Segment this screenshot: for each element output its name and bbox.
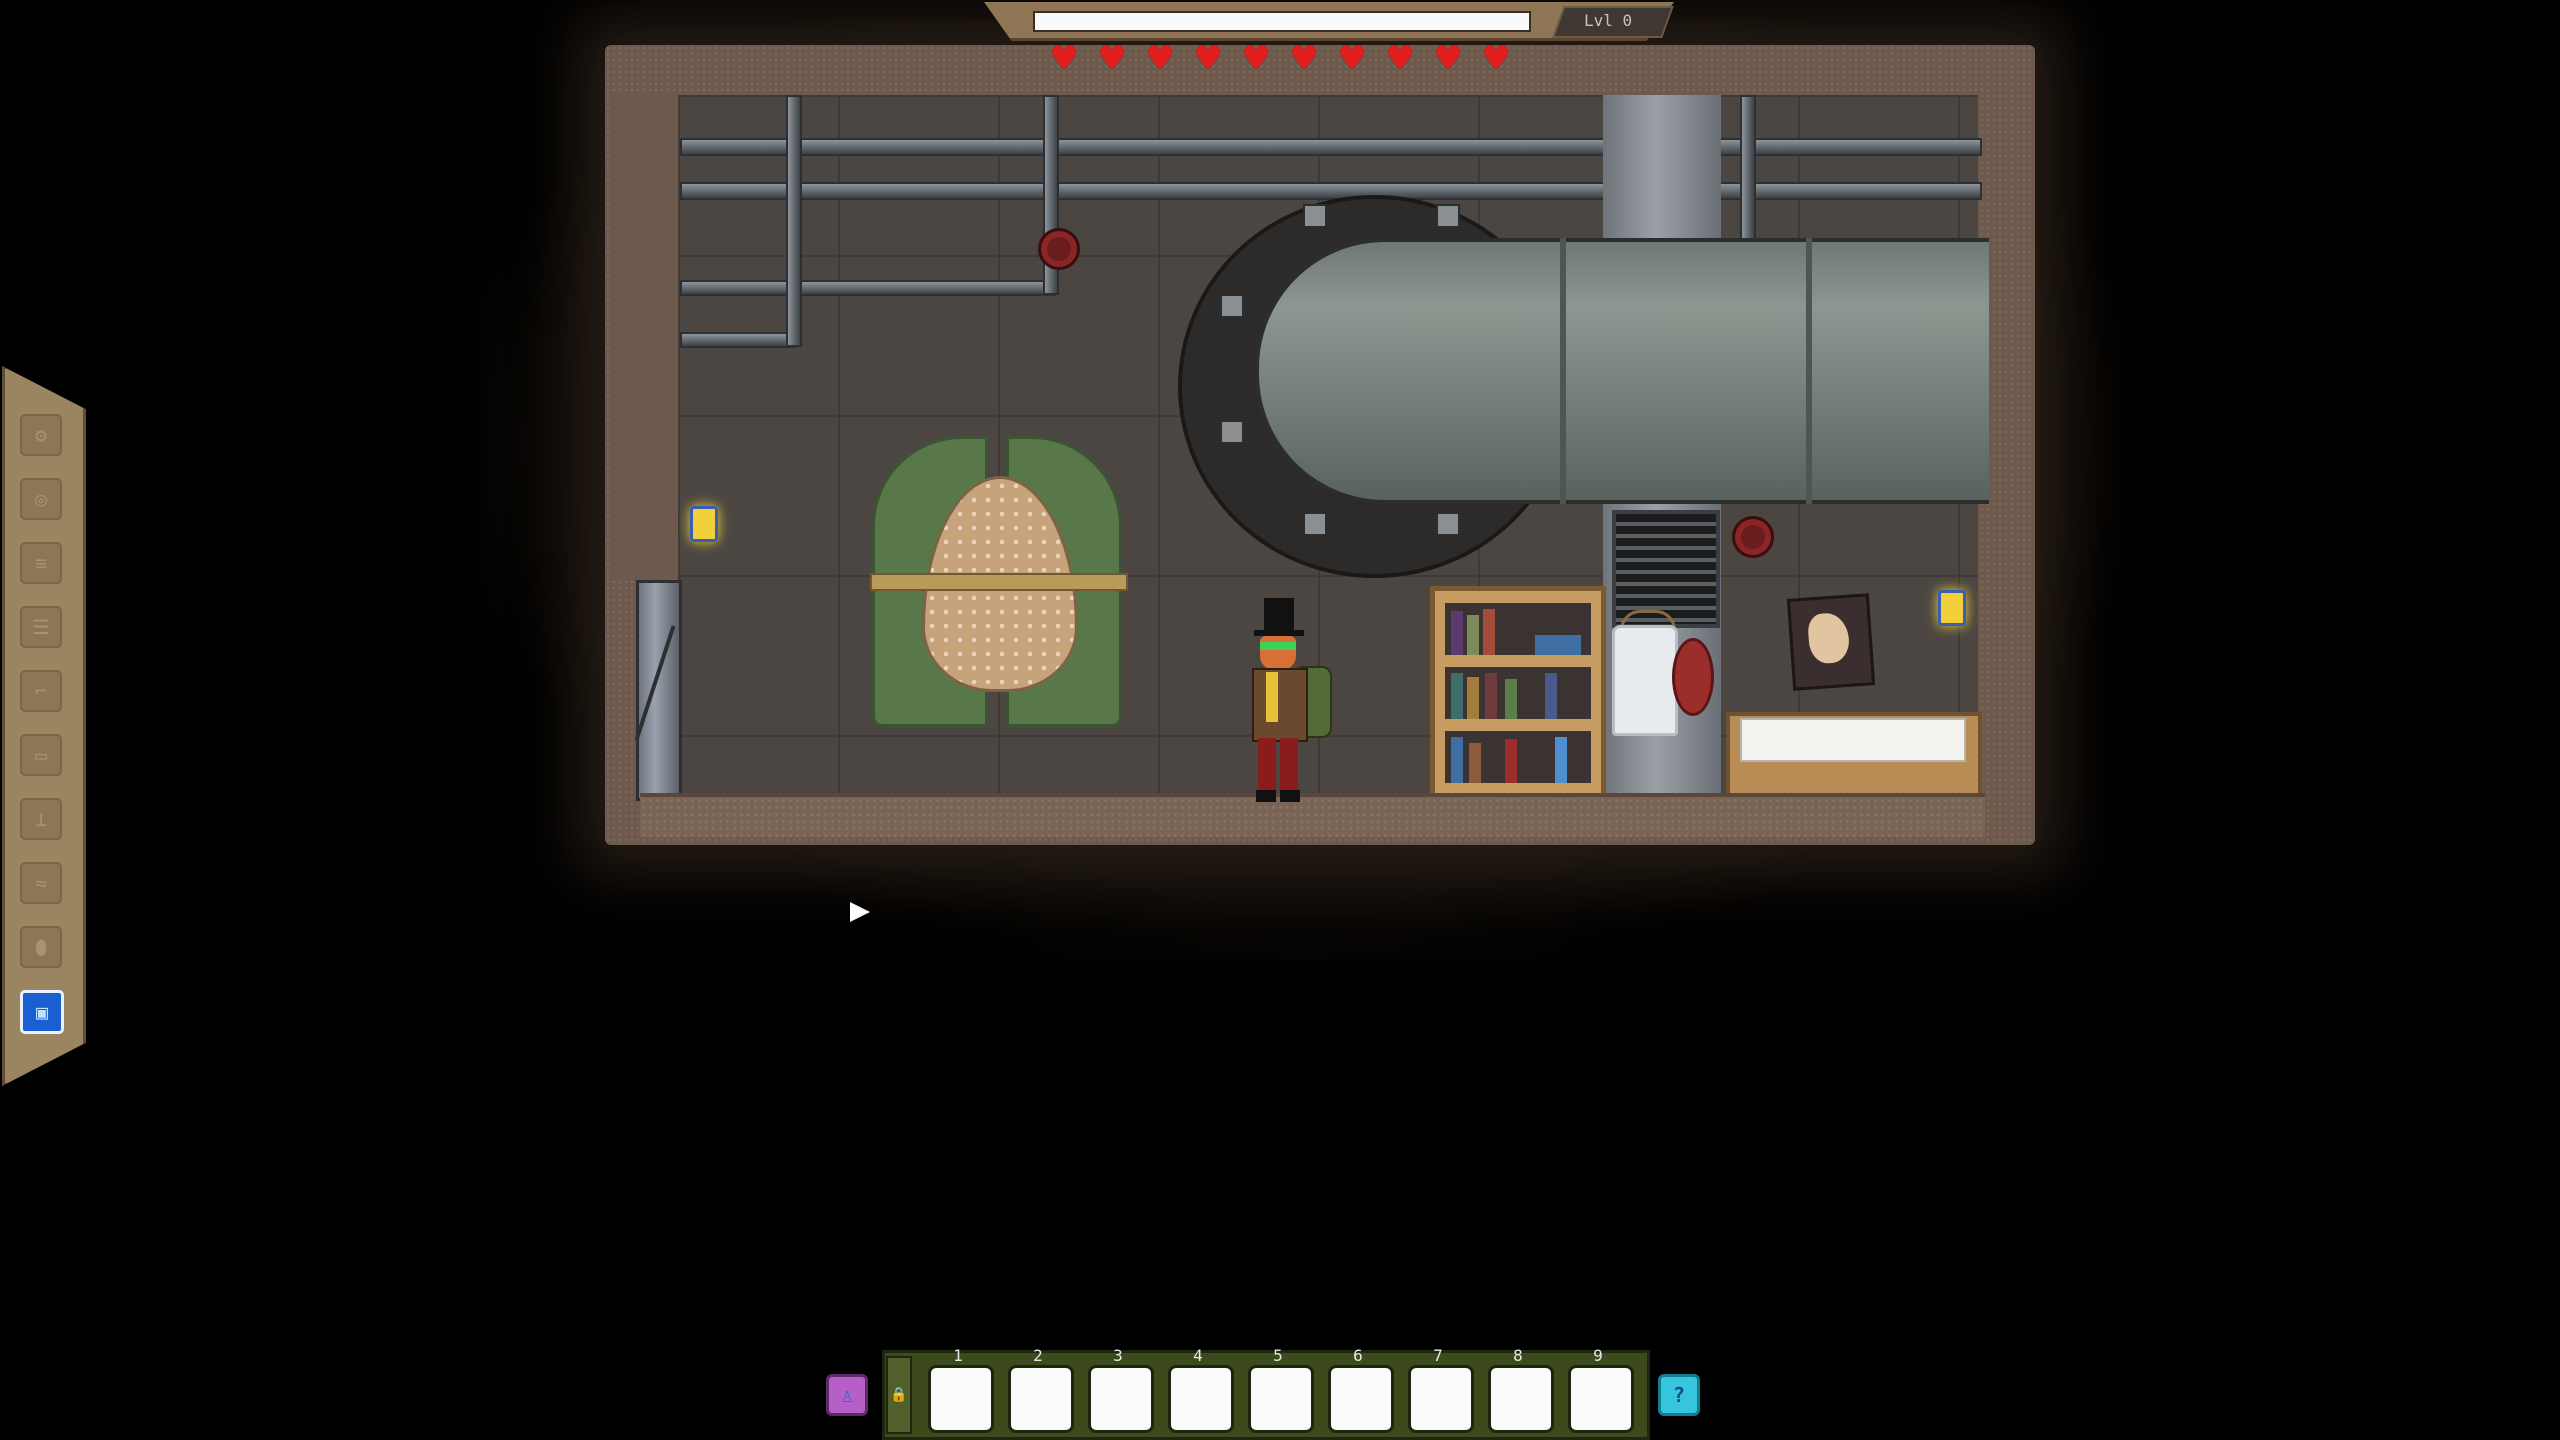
blueprint-icon[interactable]: ▣ xyxy=(20,990,64,1034)
wall-vent xyxy=(1612,510,1720,628)
hotbar-slot-number: 5 xyxy=(1273,1346,1283,1365)
heart-icon: ♥ xyxy=(1387,36,1413,82)
hotbar-slot-8[interactable] xyxy=(1488,1365,1554,1433)
red-valve-left[interactable] xyxy=(1038,228,1080,270)
lab-coat[interactable] xyxy=(1612,625,1678,736)
porthole-bolt xyxy=(1436,512,1460,536)
large-tank xyxy=(1255,238,1989,504)
build-icon[interactable]: ≡ xyxy=(20,542,62,584)
hotbar-slot-number: 2 xyxy=(1033,1346,1043,1365)
heart-icon: ♥ xyxy=(1243,36,1269,82)
book xyxy=(1535,635,1581,655)
hotbar-slot-6[interactable] xyxy=(1328,1365,1394,1433)
wire-icon[interactable]: ≈ xyxy=(20,862,62,904)
player-character xyxy=(1248,598,1332,802)
engine-icon[interactable]: ▭ xyxy=(20,734,62,776)
hotbar-slot-number: 7 xyxy=(1433,1346,1443,1365)
wall-painting[interactable] xyxy=(1786,593,1876,691)
goggles xyxy=(1260,642,1296,650)
wall-lamp-right xyxy=(1938,590,1966,626)
heart-icon: ♥ xyxy=(1291,36,1317,82)
porthole-bolt xyxy=(1303,512,1327,536)
curtain-window[interactable] xyxy=(870,436,1128,727)
heart-icon: ♥ xyxy=(1435,36,1461,82)
bookshelf[interactable] xyxy=(1430,586,1606,806)
mouse-cursor xyxy=(850,902,870,922)
tank-seam xyxy=(1560,238,1566,504)
book xyxy=(1505,679,1517,719)
hotbar-slot-number: 4 xyxy=(1193,1346,1203,1365)
bed-sheet xyxy=(1740,718,1966,762)
gear-icon[interactable]: ◎ xyxy=(20,478,62,520)
ceiling-pipe-lower xyxy=(680,182,1982,200)
player-legs xyxy=(1258,738,1298,794)
book xyxy=(1451,611,1463,655)
hotbar-slot-5[interactable] xyxy=(1248,1365,1314,1433)
top-hat xyxy=(1264,598,1294,632)
hotbar-slot-1[interactable] xyxy=(928,1365,994,1433)
craft-icon[interactable]: ⚙ xyxy=(20,414,62,456)
book xyxy=(1451,737,1463,783)
tool-panel xyxy=(2,366,86,1086)
book xyxy=(1451,673,1463,719)
hotbar-slot-number: 6 xyxy=(1353,1346,1363,1365)
shelf-row xyxy=(1445,603,1591,655)
wall-pipe-a xyxy=(680,280,1056,296)
help-button[interactable]: ? xyxy=(1658,1374,1700,1416)
book xyxy=(1467,677,1479,719)
book xyxy=(1467,615,1479,655)
shelf-row xyxy=(1445,667,1591,719)
game-world[interactable] xyxy=(0,0,2560,1440)
player-coat xyxy=(1252,668,1308,742)
hotbar-slot-number: 1 xyxy=(953,1346,963,1365)
heart-icon: ♥ xyxy=(1099,36,1125,82)
player-vest xyxy=(1266,672,1278,722)
porthole-bolt xyxy=(1303,204,1327,228)
ceiling-pipe-upper xyxy=(680,138,1982,156)
shield-icon[interactable]: ⬮ xyxy=(20,926,62,968)
heart-icon: ♥ xyxy=(1147,36,1173,82)
hotbar-slot-number: 3 xyxy=(1113,1346,1123,1365)
book xyxy=(1555,737,1567,783)
character-menu-button[interactable]: ♙ xyxy=(826,1374,868,1416)
wall-lamp-left xyxy=(690,506,718,542)
curtain-tieback xyxy=(870,573,1128,591)
health-hearts: ♥ ♥ ♥ ♥ ♥ ♥ ♥ ♥ ♥ ♥ xyxy=(1043,36,1517,82)
vertical-pipe-c xyxy=(1740,95,1756,249)
heart-icon: ♥ xyxy=(1051,36,1077,82)
hotbar-slot-2[interactable] xyxy=(1008,1365,1074,1433)
dig-icon[interactable]: ⊥ xyxy=(20,798,62,840)
level-label: Lvl 0 xyxy=(1584,11,1633,30)
hotbar-slot-number: 9 xyxy=(1593,1346,1603,1365)
hotbar-slot-9[interactable] xyxy=(1568,1365,1634,1433)
vertical-pipe-a xyxy=(786,95,802,347)
hotbar-slot-4[interactable] xyxy=(1168,1365,1234,1433)
hotbar-slot-7[interactable] xyxy=(1408,1365,1474,1433)
book xyxy=(1469,743,1481,783)
player-boots xyxy=(1256,790,1300,802)
porthole-bolt xyxy=(1436,204,1460,228)
xp-bar xyxy=(1033,11,1531,32)
heart-icon: ♥ xyxy=(1195,36,1221,82)
hotbar-slot-number: 8 xyxy=(1513,1346,1523,1365)
book xyxy=(1485,673,1497,719)
wall-pipe-b xyxy=(680,332,796,348)
hotbar-slot-3[interactable] xyxy=(1088,1365,1154,1433)
metal-door[interactable] xyxy=(636,580,682,801)
left-wall-ledge xyxy=(610,95,678,580)
machine-icon[interactable]: ☰ xyxy=(20,606,62,648)
heart-icon: ♥ xyxy=(1339,36,1365,82)
porthole-bolt xyxy=(1220,420,1244,444)
pipe-icon[interactable]: ⌐ xyxy=(20,670,62,712)
tank-seam xyxy=(1806,238,1812,504)
porthole-bolt xyxy=(1220,294,1244,318)
red-bag[interactable] xyxy=(1672,638,1714,716)
shelf-row xyxy=(1445,731,1591,783)
book xyxy=(1483,609,1495,655)
book xyxy=(1545,673,1557,719)
hotbar-lock-icon[interactable]: 🔒 xyxy=(886,1356,912,1434)
heart-icon: ♥ xyxy=(1483,36,1509,82)
book xyxy=(1505,739,1517,783)
red-valve-right[interactable] xyxy=(1732,516,1774,558)
